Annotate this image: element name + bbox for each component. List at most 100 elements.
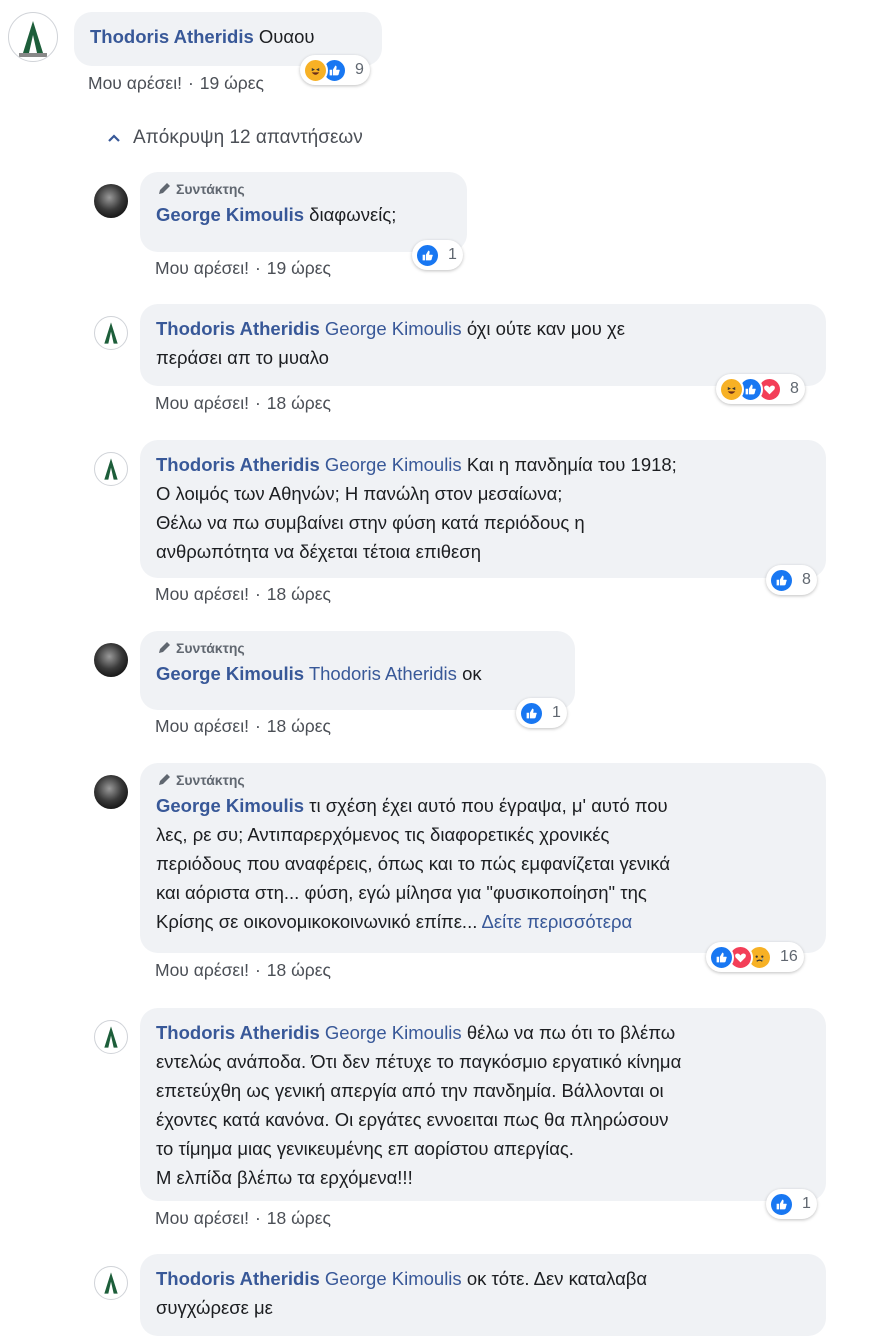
reaction-summary[interactable]: 8 xyxy=(716,374,805,404)
editor-badge: Συντάκτης xyxy=(156,179,451,199)
comment-meta: Μου αρέσει! · 18 ώρες xyxy=(155,584,331,604)
avatar[interactable] xyxy=(94,1266,128,1300)
comment-bubble: Thodoris Atheridis George Kimoulis οκ τό… xyxy=(140,1254,826,1336)
avatar[interactable] xyxy=(94,452,128,486)
timestamp[interactable]: 18 ώρες xyxy=(267,584,331,604)
like-link[interactable]: Μου αρέσει! xyxy=(155,1208,249,1228)
mention-tag[interactable]: George Kimoulis xyxy=(325,1268,462,1289)
avatar[interactable] xyxy=(94,643,128,677)
comment-meta: Μου αρέσει! · 19 ώρες xyxy=(88,73,264,93)
reaction-count: 8 xyxy=(790,380,799,397)
comment-text: Και η πανδημία του 1918; xyxy=(466,454,677,475)
chevron-up-icon xyxy=(108,134,120,142)
comment-text: ανθρωπότητα να δέχεται τέτοια επιθεση xyxy=(156,541,481,562)
see-more-link[interactable]: Δείτε περισσότερα xyxy=(481,911,632,932)
like-reaction-icon xyxy=(519,700,544,726)
reaction-count: 1 xyxy=(448,246,457,263)
like-link[interactable]: Μου αρέσει! xyxy=(155,258,249,278)
like-link[interactable]: Μου αρέσει! xyxy=(155,960,249,980)
comment-text: οκ τότε. Δεν καταλαβα xyxy=(466,1268,648,1289)
comment-text: λες, ρε συ; Αντιπαρερχόμενος τις διαφορε… xyxy=(156,824,610,845)
comment-meta: Μου αρέσει! · 18 ώρες xyxy=(155,960,331,980)
like-link[interactable]: Μου αρέσει! xyxy=(155,584,249,604)
avatar[interactable] xyxy=(94,316,128,350)
reaction-count: 1 xyxy=(802,1195,811,1212)
timestamp[interactable]: 19 ώρες xyxy=(200,73,264,93)
pencil-icon xyxy=(159,183,170,194)
reaction-summary[interactable]: 1 xyxy=(412,240,463,270)
comment-text: τι σχέση έχει αυτό που έγραψα, μ' αυτό π… xyxy=(309,795,668,816)
editor-badge: Συντάκτης xyxy=(156,638,559,658)
reaction-summary[interactable]: 8 xyxy=(766,565,817,595)
avatar[interactable] xyxy=(94,1020,128,1054)
reaction-count: 8 xyxy=(802,571,811,588)
like-link[interactable]: Μου αρέσει! xyxy=(155,716,249,736)
comment-text: θέλω να πω ότι το βλέπω xyxy=(466,1022,676,1043)
comment-text: Θέλω να πω συμβαίνει στην φύση κατά περι… xyxy=(156,512,585,533)
pencil-icon xyxy=(159,642,170,653)
editor-badge: Συντάκτης xyxy=(156,770,810,790)
comment-text: και αόριστα στη... φύση, εγώ μίλησα για … xyxy=(156,882,647,903)
reaction-summary[interactable]: 1 xyxy=(516,698,567,728)
comment-bubble: Thodoris Atheridis George Kimoulis θέλω … xyxy=(140,1008,826,1201)
comment-text: το τίμημα μιας γενικευμένης επ αορίστου … xyxy=(156,1138,574,1159)
comment-author[interactable]: Thodoris Atheridis xyxy=(156,318,320,339)
timestamp[interactable]: 18 ώρες xyxy=(267,393,331,413)
comment-text: όχι ούτε καν μου χε xyxy=(466,318,625,339)
like-reaction-icon xyxy=(709,944,734,970)
haha-reaction-icon xyxy=(303,57,328,83)
timestamp[interactable]: 18 ώρες xyxy=(267,960,331,980)
comment-text: επετεύχθη ως γενική απεργία από την πανδ… xyxy=(156,1080,664,1101)
mention-tag[interactable]: George Kimoulis xyxy=(325,1022,462,1043)
comment-text: συγχώρεσε με xyxy=(156,1297,273,1318)
haha-reaction-icon xyxy=(719,376,744,402)
comment-text: Ο λοιμός των Αθηνών; Η πανώλη στον μεσαί… xyxy=(156,483,563,504)
avatar[interactable] xyxy=(8,12,58,62)
comment-bubble: Thodoris Atheridis George Kimoulis όχι ο… xyxy=(140,304,826,386)
comment-text: έχοντες κατά κανόνα. Οι εργάτες εννοειτα… xyxy=(156,1109,669,1130)
like-link[interactable]: Μου αρέσει! xyxy=(155,393,249,413)
timestamp[interactable]: 18 ώρες xyxy=(267,716,331,736)
comment-text: Ουαου xyxy=(258,26,315,47)
comment-author[interactable]: Thodoris Atheridis xyxy=(90,26,254,47)
reaction-count: 1 xyxy=(552,704,561,721)
avatar[interactable] xyxy=(94,184,128,218)
comment-bubble: Συντάκτης George Kimoulis διαφωνείς; xyxy=(140,172,467,252)
comment-author[interactable]: Thodoris Atheridis xyxy=(156,1268,320,1289)
reaction-count: 9 xyxy=(355,61,364,78)
hide-replies-label: Απόκρυψη 12 απαντήσεων xyxy=(133,127,363,148)
comment-bubble: Συντάκτης George Kimoulis Thodoris Ather… xyxy=(140,631,575,710)
comment-text: περιόδους που αναφέρεις, όπως και το πώς… xyxy=(156,853,671,874)
comment-meta: Μου αρέσει! · 18 ώρες xyxy=(155,393,331,413)
reaction-summary[interactable]: 16 xyxy=(706,942,804,972)
comment-author[interactable]: George Kimoulis xyxy=(156,663,304,684)
comment-meta: Μου αρέσει! · 19 ώρες xyxy=(155,258,331,278)
pencil-icon xyxy=(159,774,170,785)
comment-author[interactable]: George Kimoulis xyxy=(156,204,304,225)
comment-text: διαφωνείς; xyxy=(309,204,397,225)
comment-text: εντελώς ανάποδα. Ότι δεν πέτυχε το παγκό… xyxy=(156,1051,682,1072)
mention-tag[interactable]: George Kimoulis xyxy=(325,318,462,339)
comment-bubble: Συντάκτης George Kimoulis τι σχέση έχει … xyxy=(140,763,826,953)
like-reaction-icon xyxy=(415,242,440,268)
comment-author[interactable]: Thodoris Atheridis xyxy=(156,1022,320,1043)
comment-author[interactable]: George Kimoulis xyxy=(156,795,304,816)
reaction-summary[interactable]: 9 xyxy=(300,55,370,85)
comment-meta: Μου αρέσει! · 18 ώρες xyxy=(155,716,331,736)
comment-meta: Μου αρέσει! · 18 ώρες xyxy=(155,1208,331,1228)
mention-tag[interactable]: Thodoris Atheridis xyxy=(309,663,457,684)
avatar[interactable] xyxy=(94,775,128,809)
like-reaction-icon xyxy=(769,1191,794,1217)
like-link[interactable]: Μου αρέσει! xyxy=(88,73,182,93)
reaction-summary[interactable]: 1 xyxy=(766,1189,817,1219)
comment-bubble: Thodoris Atheridis George Kimoulis Και η… xyxy=(140,440,826,578)
comment-text: οκ xyxy=(462,663,482,684)
like-reaction-icon xyxy=(769,567,794,593)
timestamp[interactable]: 19 ώρες xyxy=(267,258,331,278)
mention-tag[interactable]: George Kimoulis xyxy=(325,454,462,475)
comment-text: Μ ελπίδα βλέπω τα ερχόμενα!!! xyxy=(156,1167,413,1188)
comment-author[interactable]: Thodoris Atheridis xyxy=(156,454,320,475)
hide-replies-toggle[interactable]: Απόκρυψη 12 απαντήσεων xyxy=(107,127,363,149)
timestamp[interactable]: 18 ώρες xyxy=(267,1208,331,1228)
reaction-count: 16 xyxy=(780,948,798,965)
